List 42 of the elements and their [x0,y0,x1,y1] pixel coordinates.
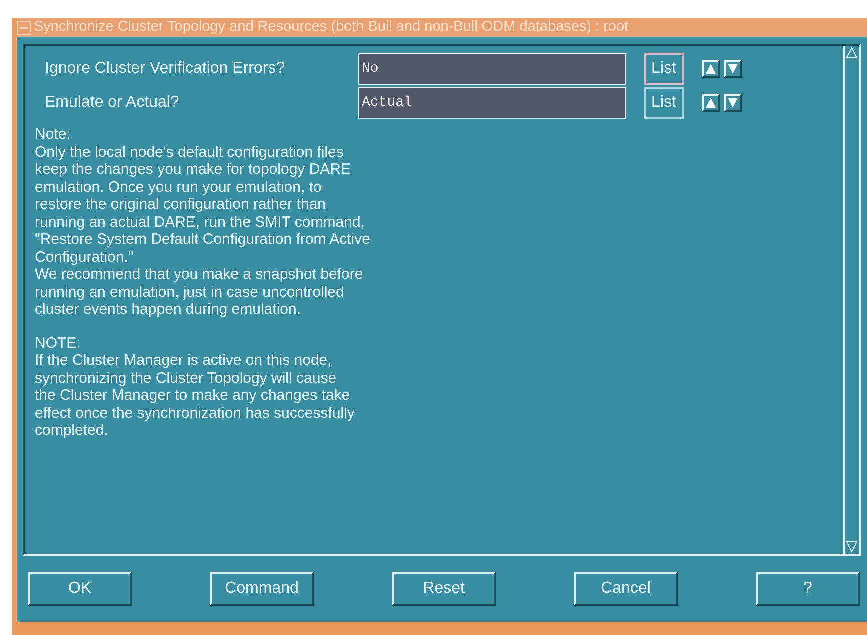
note-line: Note: [35,126,72,144]
up-arrow-button[interactable] [702,60,720,78]
value-field[interactable]: No [358,53,626,85]
triangle-up-icon [705,97,717,109]
list-button[interactable]: List [644,53,684,85]
note-line: restore the original configuration rather than [35,196,328,214]
note-line: We recommend that you make a snapshot before [35,266,364,284]
note-line: effect once the synchronization has successfully [35,404,356,422]
note-line: completed. [35,422,110,440]
note-line: running an emulation, just in case uncontrolled [35,284,346,301]
down-arrow-button[interactable] [724,60,742,78]
note-line: emulation. Once you run your emulation, to [35,178,323,196]
dialog-button[interactable]: Command [210,572,314,606]
note-line: the Cluster Manager to make any changes take [35,387,352,404]
list-button[interactable]: List [644,87,684,119]
note-line: "Restore System Default Configuration from Active [35,231,372,248]
note-line: NOTE: [35,334,82,352]
note-line: cluster events happen during emulation. [35,301,302,318]
field-label: Emulate or Actual? [44,93,180,113]
down-arrow-button[interactable] [724,94,742,112]
triangle-up-icon [705,63,717,75]
field-label: Ignore Cluster Verification Errors? [44,59,286,79]
scroll-down-icon[interactable] [845,540,859,554]
note-line: If the Cluster Manager is active on this node, [35,352,333,370]
note-line: Only the local node's default configuration files [35,144,345,161]
up-arrow-button[interactable] [702,94,720,112]
note-line: synchronizing the Cluster Topology will cause [35,370,338,387]
value-field[interactable]: Actual [358,87,626,119]
field-value: Actual [362,94,412,112]
note-line: keep the changes you make for topology DARE [35,161,352,178]
scroll-up-icon[interactable] [845,46,859,60]
field-value: No [362,60,379,78]
scrollbar[interactable] [843,46,859,554]
dialog-button[interactable]: Reset [392,572,496,606]
dialog-button[interactable]: OK [28,572,132,606]
dialog-button[interactable]: ? [756,572,860,606]
dialog-button[interactable]: Cancel [574,572,678,606]
window-title: Synchronize Cluster Topology and Resources (both Bull and non-Bull ODM databases) : root [34,18,629,37]
note-line: running an actual DARE, run the SMIT command, [35,214,366,231]
triangle-down-icon [727,97,739,109]
triangle-down-icon [727,63,739,75]
note-line: Configuration." [35,248,135,266]
